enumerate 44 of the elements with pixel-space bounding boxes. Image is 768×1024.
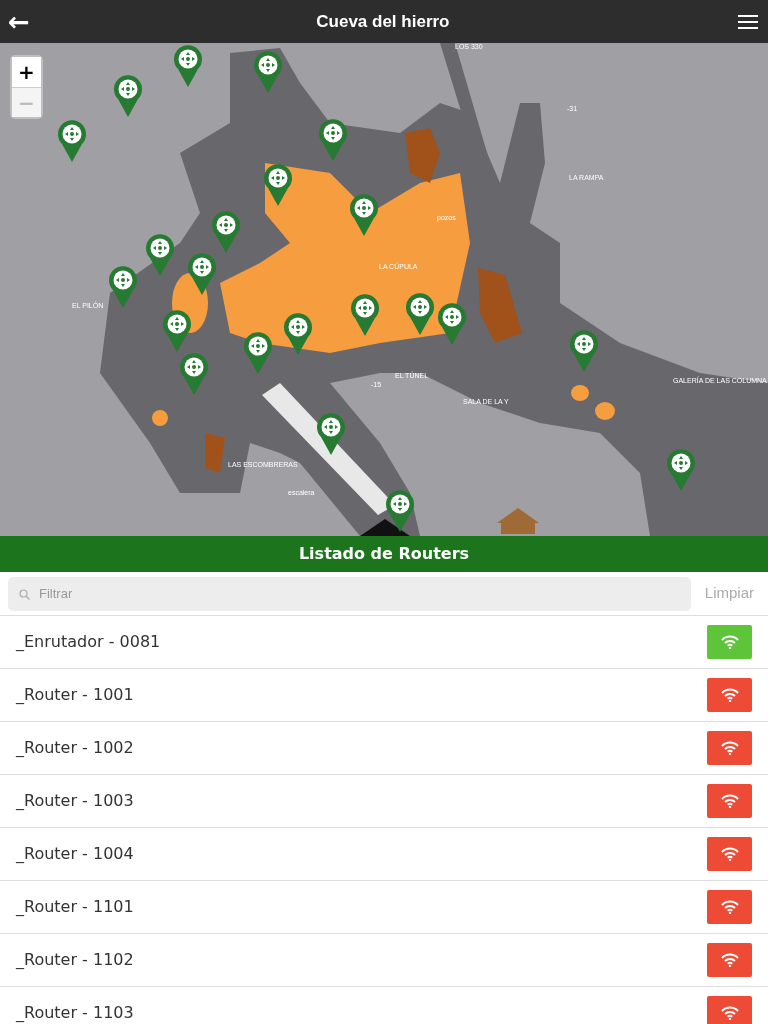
wifi-icon xyxy=(720,688,739,702)
wifi-icon xyxy=(720,900,739,914)
wifi-status-button[interactable] xyxy=(707,784,752,818)
cabin-icon xyxy=(497,508,539,534)
wifi-status-button[interactable] xyxy=(707,731,752,765)
wifi-status-button[interactable] xyxy=(707,890,752,924)
router-name: _Router - 1001 xyxy=(16,684,134,706)
wifi-icon xyxy=(720,794,739,808)
router-row[interactable]: _Router - 1103 xyxy=(0,987,768,1024)
sand-patch-icon xyxy=(595,402,615,420)
map-pin-icon[interactable] xyxy=(386,490,414,532)
router-row[interactable]: _Router - 1004 xyxy=(0,828,768,881)
wifi-status-button[interactable] xyxy=(707,996,752,1024)
page-title: Cueva del hierro xyxy=(316,10,450,33)
router-row[interactable]: _Router - 1102 xyxy=(0,934,768,987)
wifi-icon xyxy=(720,1006,739,1020)
sand-patch-icon xyxy=(152,410,168,426)
rock-pile-icon xyxy=(478,268,522,343)
rock-pile-icon xyxy=(205,433,225,473)
router-name: _Router - 1004 xyxy=(16,843,134,865)
wifi-status-button[interactable] xyxy=(707,943,752,977)
wifi-icon xyxy=(720,635,739,649)
router-name: _Router - 1102 xyxy=(16,949,134,971)
wifi-status-button[interactable] xyxy=(707,678,752,712)
filter-field[interactable]: Filtrar xyxy=(8,576,691,611)
router-name: _Router - 1002 xyxy=(16,737,134,759)
router-row[interactable]: _Router - 1001 xyxy=(0,669,768,722)
router-name: _Enrutador - 0081 xyxy=(16,631,161,653)
router-name: _Router - 1003 xyxy=(16,790,134,812)
list-title: Listado de Routers xyxy=(298,543,470,565)
router-row[interactable]: _Enrutador - 0081 xyxy=(0,616,768,669)
wifi-icon xyxy=(720,953,739,967)
router-name: _Router - 1101 xyxy=(16,896,134,918)
search-icon xyxy=(19,588,30,600)
back-button[interactable]: ← xyxy=(0,8,38,35)
wifi-icon xyxy=(720,741,739,755)
router-row[interactable]: _Router - 1003 xyxy=(0,775,768,828)
wifi-status-button[interactable] xyxy=(707,837,752,871)
menu-icon xyxy=(738,14,758,30)
router-row[interactable]: _Router - 1002 xyxy=(0,722,768,775)
sand-patch-icon xyxy=(571,385,589,401)
wifi-icon xyxy=(720,847,739,861)
router-row[interactable]: _Router - 1101 xyxy=(0,881,768,934)
router-name: _Router - 1103 xyxy=(16,1002,134,1024)
